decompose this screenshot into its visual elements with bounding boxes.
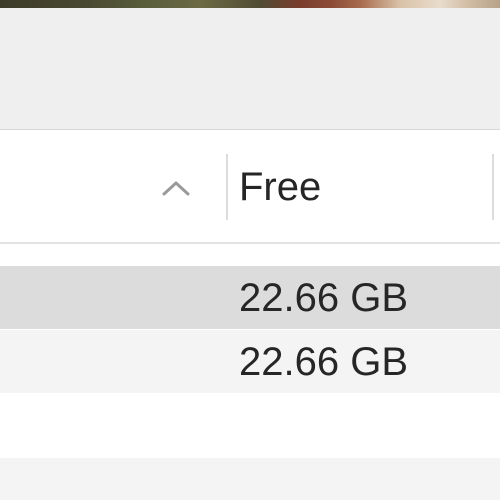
disk-window: Free 22.66 GB 22.66 GB xyxy=(0,0,500,500)
free-space-cell: 22.66 GB xyxy=(239,276,409,320)
column-header-free[interactable]: Free xyxy=(239,163,321,211)
table-row[interactable]: 22.66 GB xyxy=(0,266,500,329)
table-row-empty xyxy=(0,458,500,500)
desktop-background-strip xyxy=(0,0,500,8)
column-divider[interactable] xyxy=(226,154,228,220)
chevron-up-icon[interactable] xyxy=(160,176,192,200)
free-space-cell: 22.66 GB xyxy=(239,340,409,384)
table-row[interactable]: 22.66 GB xyxy=(0,330,500,393)
window-toolbar xyxy=(0,8,500,130)
column-divider[interactable] xyxy=(492,154,494,220)
table-row-empty xyxy=(0,394,500,457)
